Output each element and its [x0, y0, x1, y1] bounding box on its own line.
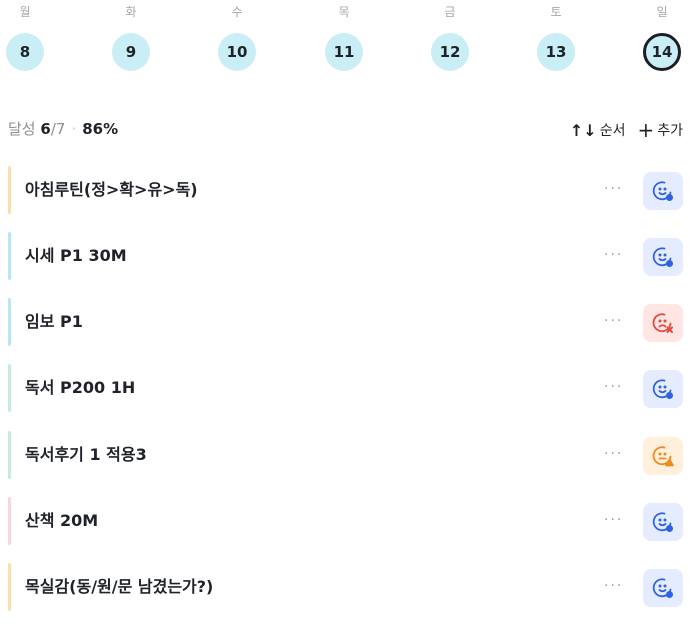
- habit-row[interactable]: 독서 P200 1H ···: [8, 364, 690, 412]
- summary-done-count: 6: [40, 120, 51, 138]
- add-label: 추가: [657, 123, 683, 139]
- add-habit-button[interactable]: + 추가: [637, 118, 683, 142]
- summary-separator: ·: [71, 120, 77, 138]
- habit-row[interactable]: 독서후기 1 적용3 ···: [8, 431, 690, 479]
- day-number[interactable]: 12: [431, 33, 469, 71]
- habit-color-bar: [8, 298, 11, 346]
- day-label: 토: [550, 5, 562, 19]
- day-tuesday[interactable]: 화 9: [101, 0, 161, 71]
- habit-color-bar: [8, 563, 11, 611]
- more-options-button[interactable]: ···: [604, 563, 623, 609]
- day-wednesday[interactable]: 수 10: [207, 0, 267, 71]
- habit-row[interactable]: 시세 P1 30M ···: [8, 232, 690, 280]
- day-label: 월: [19, 5, 31, 19]
- day-thursday[interactable]: 목 11: [314, 0, 374, 71]
- smile-check-icon[interactable]: [643, 238, 683, 276]
- day-label: 목: [338, 5, 350, 19]
- habit-row[interactable]: 산책 20M ···: [8, 497, 690, 545]
- habit-color-bar: [8, 431, 11, 479]
- reorder-label: 순서: [599, 123, 626, 139]
- day-number-selected[interactable]: 14: [643, 33, 681, 71]
- day-sunday[interactable]: 일 14: [632, 0, 692, 71]
- habit-color-bar: [8, 497, 11, 545]
- more-options-button[interactable]: ···: [604, 232, 623, 278]
- plus-icon: +: [637, 118, 655, 142]
- more-options-button[interactable]: ···: [604, 497, 623, 543]
- smile-check-icon[interactable]: [643, 172, 683, 210]
- day-number[interactable]: 10: [218, 33, 256, 71]
- habit-title: 독서후기 1 적용3: [25, 445, 147, 464]
- more-options-button[interactable]: ···: [604, 431, 623, 477]
- day-number[interactable]: 13: [537, 33, 575, 71]
- habit-title: 산책 20M: [25, 511, 99, 530]
- list-actions: ↑↓ 순서 + 추가: [570, 118, 683, 142]
- day-monday[interactable]: 월 8: [0, 0, 55, 71]
- sort-arrows-icon: ↑↓: [569, 120, 597, 140]
- day-saturday[interactable]: 토 13: [526, 0, 586, 71]
- habit-title: 아침루틴(정>확>유>독): [25, 180, 198, 199]
- habit-row[interactable]: 아침루틴(정>확>유>독) ···: [8, 166, 690, 214]
- neutral-warning-icon[interactable]: [643, 437, 683, 475]
- habit-title: 독서 P200 1H: [25, 378, 136, 397]
- week-strip: 월 8 화 9 수 10 목 11 금 12 토 13 일 14: [0, 0, 698, 90]
- habit-title: 임보 P1: [25, 312, 83, 331]
- more-options-button[interactable]: ···: [604, 364, 623, 410]
- smile-check-icon[interactable]: [643, 503, 683, 541]
- habit-color-bar: [8, 166, 11, 214]
- more-options-button[interactable]: ···: [604, 166, 623, 212]
- day-label: 금: [444, 5, 456, 19]
- habit-color-bar: [8, 364, 11, 412]
- summary-percent: 86%: [82, 120, 119, 138]
- habit-title: 목실감(동/원/문 남겼는가?): [25, 577, 214, 596]
- day-label: 수: [231, 5, 243, 19]
- day-number[interactable]: 9: [112, 33, 150, 71]
- more-options-button[interactable]: ···: [604, 298, 623, 344]
- habit-title: 시세 P1 30M: [25, 246, 127, 265]
- day-number[interactable]: 11: [325, 33, 363, 71]
- habit-row[interactable]: 임보 P1 ···: [8, 298, 690, 346]
- summary-label: 달성: [8, 120, 36, 138]
- habit-row[interactable]: 목실감(동/원/문 남겼는가?) ···: [8, 563, 690, 611]
- reorder-button[interactable]: ↑↓ 순서: [570, 120, 626, 140]
- habit-color-bar: [8, 232, 11, 280]
- day-label: 일: [656, 5, 668, 19]
- smile-check-icon[interactable]: [643, 569, 683, 607]
- day-label: 화: [125, 5, 137, 19]
- day-friday[interactable]: 금 12: [420, 0, 480, 71]
- summary-total-count: /7: [50, 120, 66, 138]
- achievement-summary: 달성 6/7 · 86%: [8, 118, 118, 139]
- sad-x-icon[interactable]: [643, 304, 683, 342]
- day-number[interactable]: 8: [6, 33, 44, 71]
- smile-check-icon[interactable]: [643, 370, 683, 408]
